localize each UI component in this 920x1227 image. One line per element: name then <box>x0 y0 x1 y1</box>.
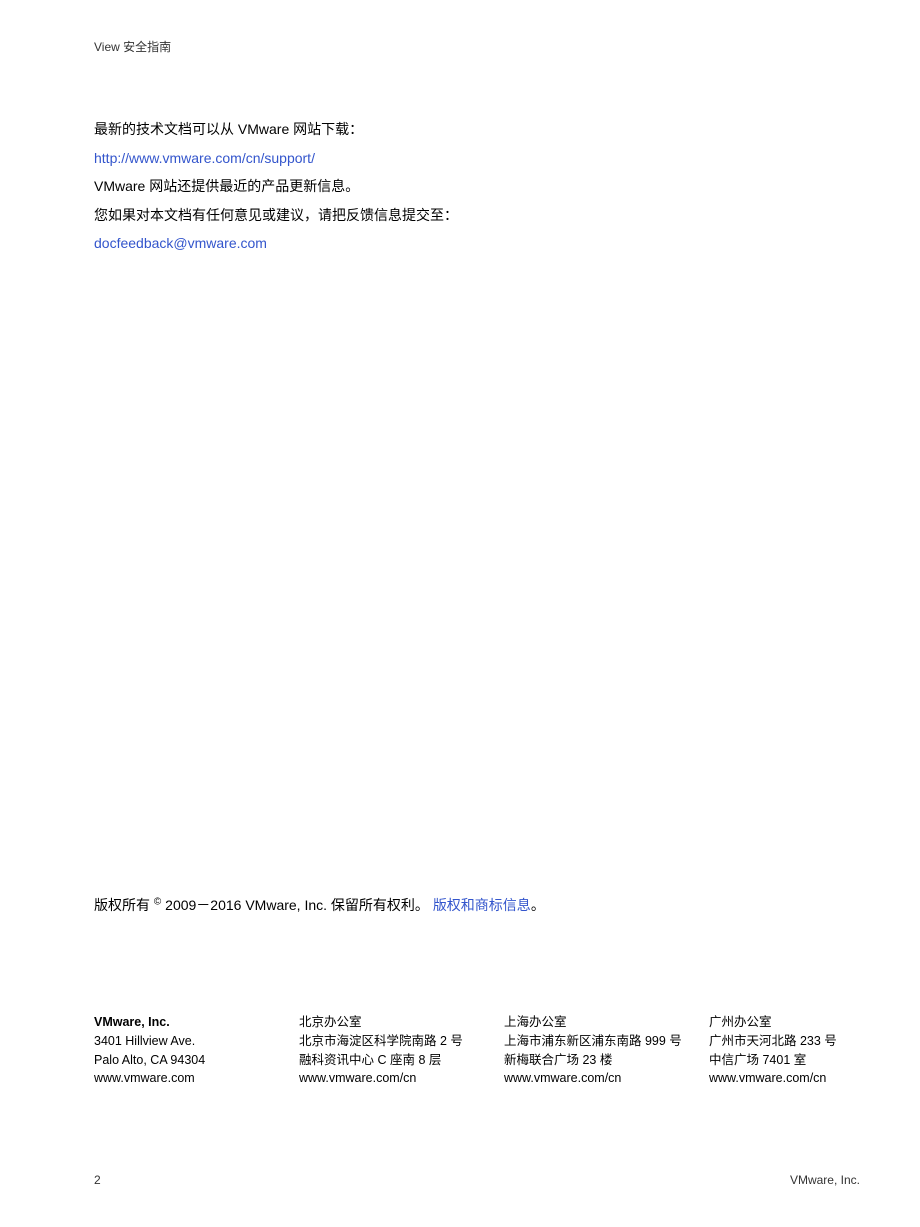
main-content: 最新的技术文档可以从 VMware 网站下载： http://www.vmwar… <box>94 116 826 259</box>
address-line: Palo Alto, CA 94304 <box>94 1051 279 1070</box>
page-footer: 2 VMware, Inc. <box>94 1173 860 1187</box>
address-line: www.vmware.com/cn <box>709 1069 864 1088</box>
trademark-link[interactable]: 版权和商标信息 <box>433 897 531 913</box>
address-line: www.vmware.com <box>94 1069 279 1088</box>
copyright-suffix: 。 <box>531 897 545 913</box>
address-line: 上海市浦东新区浦东南路 999 号 <box>504 1032 689 1051</box>
content-line-1: 最新的技术文档可以从 VMware 网站下载： <box>94 116 826 143</box>
address-line: www.vmware.com/cn <box>504 1069 689 1088</box>
content-line-3: 您如果对本文档有任何意见或建议，请把反馈信息提交至： <box>94 202 826 229</box>
address-line: 广州市天河北路 233 号 <box>709 1032 864 1051</box>
support-link[interactable]: http://www.vmware.com/cn/support/ <box>94 150 315 166</box>
content-line-2: VMware 网站还提供最近的产品更新信息。 <box>94 173 826 200</box>
document-title: View 安全指南 <box>94 40 171 54</box>
address-shanghai: 上海办公室 上海市浦东新区浦东南路 999 号 新梅联合广场 23 楼 www.… <box>504 1013 689 1088</box>
address-title: 上海办公室 <box>504 1013 689 1032</box>
address-line: 新梅联合广场 23 楼 <box>504 1051 689 1070</box>
address-section: VMware, Inc. 3401 Hillview Ave. Palo Alt… <box>94 1013 860 1088</box>
document-header: View 安全指南 <box>94 38 171 55</box>
address-beijing: 北京办公室 北京市海淀区科学院南路 2 号 融科资讯中心 C 座南 8 层 ww… <box>299 1013 484 1088</box>
page-number: 2 <box>94 1173 101 1187</box>
address-title: 北京办公室 <box>299 1013 484 1032</box>
address-title: 广州办公室 <box>709 1013 864 1032</box>
copyright-prefix: 版权所有 <box>94 897 154 913</box>
address-line: www.vmware.com/cn <box>299 1069 484 1088</box>
address-title: VMware, Inc. <box>94 1013 279 1032</box>
address-line: 中信广场 7401 室 <box>709 1051 864 1070</box>
address-line: 融科资讯中心 C 座南 8 层 <box>299 1051 484 1070</box>
address-vmware-hq: VMware, Inc. 3401 Hillview Ave. Palo Alt… <box>94 1013 279 1088</box>
copyright-text: 2009－2016 VMware, Inc. 保留所有权利。 <box>161 897 433 913</box>
copyright-notice: 版权所有 © 2009－2016 VMware, Inc. 保留所有权利。 版权… <box>94 895 545 915</box>
address-line: 3401 Hillview Ave. <box>94 1032 279 1051</box>
feedback-email-link[interactable]: docfeedback@vmware.com <box>94 235 267 251</box>
footer-company: VMware, Inc. <box>790 1173 860 1187</box>
address-guangzhou: 广州办公室 广州市天河北路 233 号 中信广场 7401 室 www.vmwa… <box>709 1013 864 1088</box>
address-line: 北京市海淀区科学院南路 2 号 <box>299 1032 484 1051</box>
